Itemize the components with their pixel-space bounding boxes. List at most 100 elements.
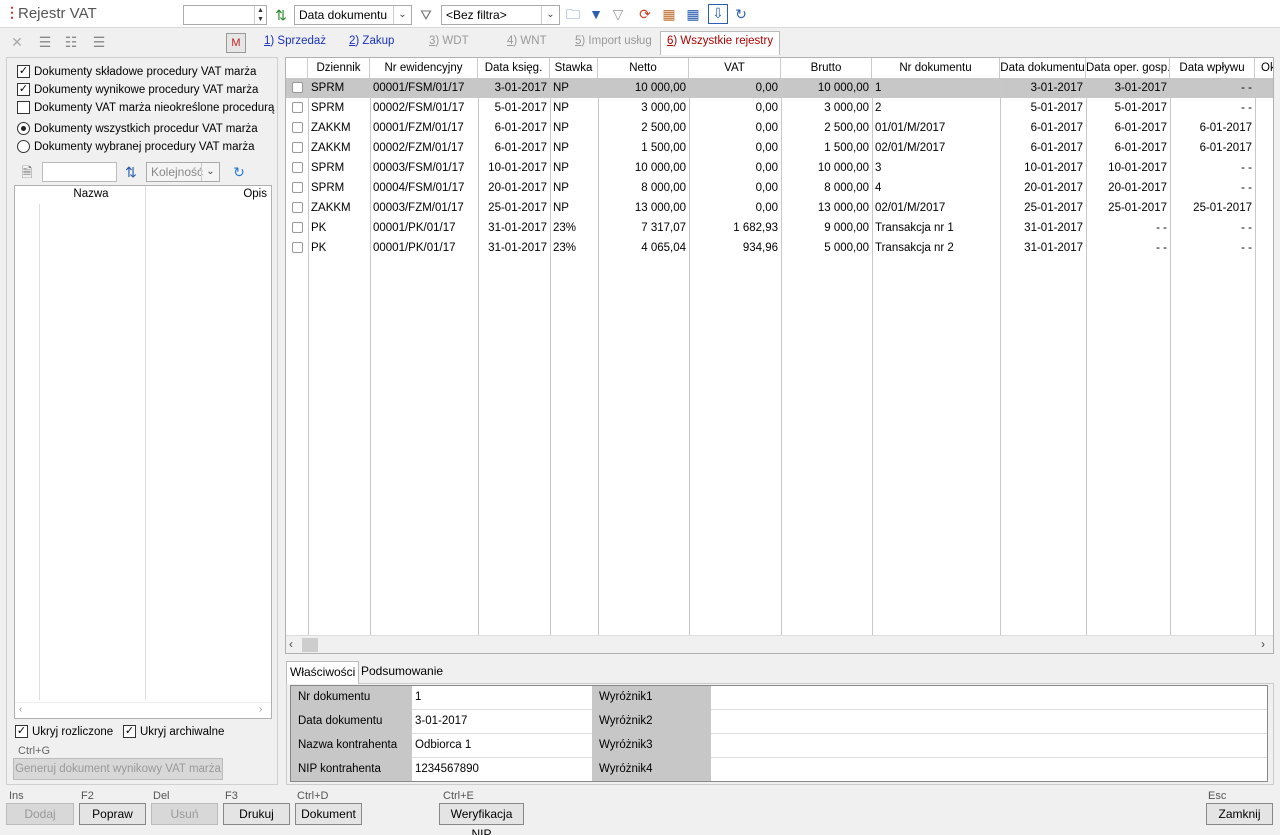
chevron-down-icon[interactable]: ⌄ [201, 163, 219, 181]
column-header-gross[interactable]: Brutto [781, 58, 872, 78]
close-button[interactable]: Zamknij [1206, 803, 1273, 825]
refresh-icon[interactable]: ↻ [230, 163, 248, 181]
radio-selected-icon[interactable] [17, 122, 30, 135]
menu-dots-icon[interactable]: ⋮ [5, 4, 19, 21]
row-checkbox[interactable] [292, 222, 303, 233]
table-row[interactable]: SPRM 00002/FSM/01/17 5-01-2017 NP 3 000,00 0,… [286, 98, 1273, 118]
scroll-right-icon[interactable]: › [259, 704, 262, 715]
checkbox-component-docs[interactable]: ✓ Dokumenty składowe procedury VAT marża [17, 63, 256, 80]
delete-button[interactable]: Usuń [151, 803, 218, 825]
column-header-receipt-date[interactable]: Data wpływu [1170, 58, 1255, 78]
order-select[interactable]: Kolejność ⌄ [146, 162, 220, 182]
vat-register-grid[interactable]: Dziennik Nr ewidencyjny Data księg. Staw… [285, 57, 1274, 654]
row-checkbox[interactable] [292, 102, 303, 113]
scroll-left-icon[interactable]: ‹ [19, 704, 22, 715]
reload-icon[interactable]: ↻ [732, 5, 750, 23]
filter-icon[interactable]: ▼ [587, 5, 605, 23]
filter-edit-icon[interactable]: ⛛ [417, 6, 435, 24]
tab-all-registers[interactable]: 6) Wszystkie rejestry [660, 31, 781, 55]
row-checkbox[interactable] [292, 162, 303, 173]
column-header-op-date[interactable]: Data oper. gosp. [1086, 58, 1170, 78]
column-header-net[interactable]: Netto [598, 58, 689, 78]
checkbox-undefined-docs[interactable]: Dokumenty VAT marża nieokreślone procedu… [17, 99, 274, 116]
scroll-left-icon[interactable]: ‹ [289, 637, 293, 651]
row-checkbox[interactable] [292, 182, 303, 193]
column-header-select[interactable] [286, 58, 308, 78]
grid-view-icon[interactable]: ▦ [684, 5, 702, 23]
document-button[interactable]: Dokument [295, 803, 362, 825]
column-header-vat[interactable]: VAT [689, 58, 781, 78]
procedure-list[interactable]: Nazwa Opis ‹ › [14, 185, 272, 719]
checkbox-result-docs[interactable]: ✓ Dokumenty wynikowe procedury VAT marża [17, 81, 258, 98]
column-header-doc-no[interactable]: Nr dokumentu [872, 58, 1000, 78]
verify-nip-button[interactable]: Weryfikacja NIP [439, 803, 524, 835]
column-header-ok[interactable]: Ok [1255, 58, 1273, 78]
filter-select[interactable]: <Bez filtra> ⌄ [441, 5, 560, 25]
column-header-desc[interactable]: Opis [145, 188, 267, 200]
filter-clear-icon[interactable]: ▽ [609, 5, 627, 23]
edit-button[interactable]: Popraw [79, 803, 146, 825]
folder-icon[interactable]: 🗀 [564, 5, 582, 23]
add-button[interactable]: Dodaj [6, 803, 74, 825]
spinner-arrows-icon[interactable]: ▲ ▼ [254, 6, 266, 24]
checkbox-icon[interactable] [17, 101, 30, 114]
sort-field-select[interactable]: Data dokumentu ⌄ [294, 5, 412, 25]
grid-hscroll[interactable]: ‹ › [286, 635, 1273, 653]
table-row[interactable]: ZAKKM 00003/FZM/01/17 25-01-2017 NP 13 000,0… [286, 198, 1273, 218]
scroll-right-icon[interactable]: › [1261, 637, 1265, 651]
export-icon[interactable]: ⇩ [708, 4, 728, 24]
expand-tree-icon[interactable]: ☷ [62, 33, 80, 51]
table-row[interactable]: PK 00001/PK/01/17 31-01-2017 23% 4 065,04 934… [286, 238, 1273, 258]
vat-margin-icon[interactable]: M [226, 33, 246, 53]
column-header-name[interactable]: Nazwa [39, 188, 143, 200]
radio-all-procedures[interactable]: Dokumenty wszystkich procedur VAT marża [17, 120, 258, 137]
checkbox-hide-settled[interactable]: ✓ Ukryj rozliczone [15, 723, 113, 740]
tab-wdt[interactable]: 3) WDT [423, 32, 475, 54]
table-row[interactable]: SPRM 00001/FSM/01/17 3-01-2017 NP 10 000,00 0… [286, 78, 1273, 98]
table-row[interactable]: SPRM 00003/FSM/01/17 10-01-2017 NP 10 000,00… [286, 158, 1273, 178]
sort-order-icon[interactable]: ⇅ [122, 163, 140, 181]
number-spinner[interactable]: ▲ ▼ [183, 5, 267, 25]
chevron-down-icon[interactable]: ⌄ [541, 6, 559, 24]
grid-settings-icon[interactable]: ▦ [660, 5, 678, 23]
scroll-thumb[interactable] [302, 638, 318, 652]
procedure-search-input[interactable] [42, 162, 117, 182]
column-header-rate[interactable]: Stawka [550, 58, 598, 78]
tab-summary[interactable]: Podsumowanie [358, 661, 446, 683]
row-checkbox[interactable] [292, 142, 303, 153]
refresh-red-icon[interactable]: ⟳ [636, 5, 654, 23]
tab-import-services[interactable]: 5) Import usług [569, 32, 658, 54]
table-row[interactable]: PK 00001/PK/01/17 31-01-2017 23% 7 317,07 1 6… [286, 218, 1273, 238]
procedure-icon[interactable]: ✕ [8, 33, 26, 51]
column-header-register-no[interactable]: Nr ewidencyjny [370, 58, 478, 78]
column-header-doc-date[interactable]: Data dokumentu [1000, 58, 1086, 78]
tab-properties[interactable]: Właściwości [286, 661, 360, 684]
table-row[interactable]: ZAKKM 00002/FZM/01/17 6-01-2017 NP 1 500,00 0… [286, 138, 1273, 158]
checkbox-checked-icon[interactable]: ✓ [15, 725, 28, 738]
radio-selected-procedure[interactable]: Dokumenty wybranej procedury VAT marża [17, 138, 255, 155]
column-header-booking-date[interactable]: Data księg. [478, 58, 550, 78]
checkbox-hide-archived[interactable]: ✓ Ukryj archiwalne [123, 723, 224, 740]
document-m-icon[interactable]: 🗎 [18, 163, 36, 181]
checkbox-checked-icon[interactable]: ✓ [17, 65, 30, 78]
row-checkbox[interactable] [292, 122, 303, 133]
tab-purchase[interactable]: 2) Zakup [343, 32, 400, 54]
table-row[interactable]: ZAKKM 00001/FZM/01/17 6-01-2017 NP 2 500,00 0… [286, 118, 1273, 138]
chevron-down-icon[interactable]: ⌄ [393, 6, 411, 24]
checkbox-checked-icon[interactable]: ✓ [17, 83, 30, 96]
generate-result-doc-button[interactable]: Generuj dokument wynikowy VAT marża [13, 758, 223, 780]
table-row[interactable]: SPRM 00004/FSM/01/17 20-01-2017 NP 8 000,00 0… [286, 178, 1273, 198]
radio-icon[interactable] [17, 140, 30, 153]
print-button[interactable]: Drukuj [223, 803, 290, 825]
row-checkbox[interactable] [292, 202, 303, 213]
columns-icon[interactable]: ☰ [36, 33, 54, 51]
row-checkbox[interactable] [292, 242, 303, 253]
sort-direction-icon[interactable]: ⇅ [272, 6, 290, 24]
collapse-tree-icon[interactable]: ☰ [90, 33, 108, 51]
tab-sales[interactable]: 1) Sprzedaż [258, 32, 332, 54]
column-header-journal[interactable]: Dziennik [308, 58, 370, 78]
procedure-list-hscroll[interactable]: ‹ › [15, 702, 271, 718]
checkbox-checked-icon[interactable]: ✓ [123, 725, 136, 738]
tab-wnt[interactable]: 4) WNT [501, 32, 553, 54]
row-checkbox[interactable] [292, 82, 303, 93]
